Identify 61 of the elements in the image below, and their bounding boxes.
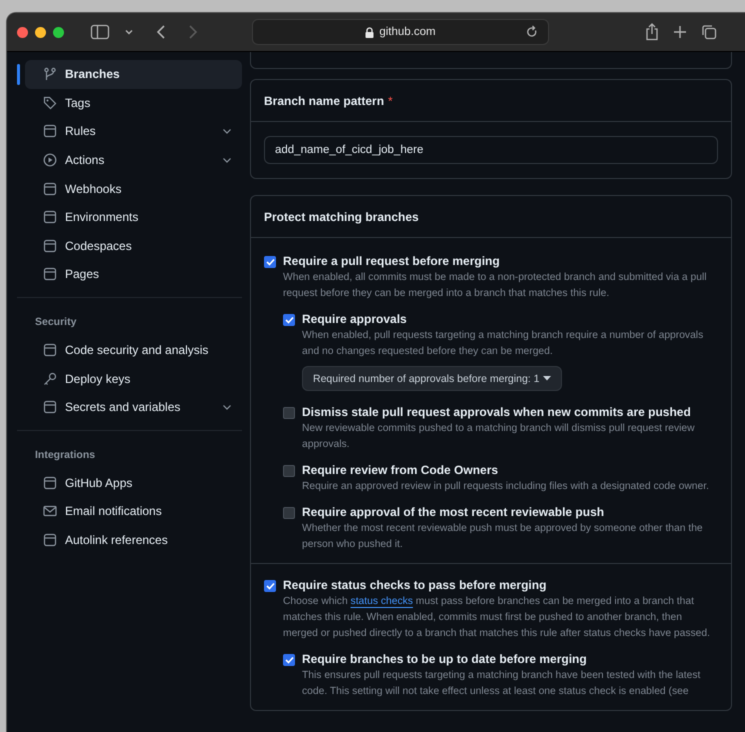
rule-title: Dismiss stale pull request approvals when new commits are pushed <box>302 405 692 420</box>
sidebar-item[interactable]: Deploy keys <box>25 364 242 393</box>
sidebar-item[interactable]: Email notifications <box>25 497 242 526</box>
back-icon[interactable] <box>156 24 166 40</box>
minimize-icon[interactable] <box>35 26 46 38</box>
plus-icon[interactable] <box>673 25 687 39</box>
branch-pattern-field[interactable]: add_name_of_cicd_job_here <box>264 136 718 164</box>
sidebar-item[interactable]: Tags <box>25 88 242 118</box>
chevron-down-icon[interactable] <box>124 28 134 36</box>
rule-description: Choose which status checks must pass before branches can be merged into a branch that matches this rule. When enabled, commits must first be pushed to another branch, then merged or pushed directly to a branch that matches this rule after status checks have passed. <box>283 595 711 641</box>
rule-description: Require an approved review in pull requests including files with a designated code owner. <box>302 480 710 494</box>
reload-icon[interactable] <box>526 25 538 38</box>
rule-description: This ensures pull requests targeting a matching branch have been tested with the latest code. This setting will not take effect unless at least one status check is enabled (see <box>302 669 702 699</box>
rule-title: Require review from Code Owners <box>302 463 500 478</box>
zoom-icon[interactable] <box>53 26 64 38</box>
card-title: Protect matching branches <box>264 210 419 224</box>
key-icon <box>43 372 57 386</box>
status-checks-link[interactable]: status checks <box>350 596 413 607</box>
rule-title: Require approvals <box>302 312 408 327</box>
checkbox[interactable] <box>264 580 276 592</box>
rule-title: Require approval of the most recent reviewable push <box>302 505 606 520</box>
sidebar-item[interactable]: Codespaces <box>25 232 242 260</box>
play-icon <box>43 153 57 168</box>
caret-icon <box>543 376 552 381</box>
rule-title: Require a pull request before merging <box>283 254 501 269</box>
address-bar[interactable]: github.com <box>252 19 549 45</box>
share-icon[interactable] <box>645 23 659 41</box>
required-mark: * <box>388 94 393 108</box>
sidebar-item[interactable]: Autolink references <box>25 526 242 554</box>
checkbox[interactable] <box>264 256 276 268</box>
checkbox[interactable] <box>283 465 295 477</box>
checkbox[interactable] <box>283 654 295 666</box>
checkbox[interactable] <box>283 407 295 419</box>
checkbox[interactable] <box>283 314 295 326</box>
field-label: Branch name pattern <box>264 94 384 108</box>
sidebar-item[interactable]: Rules <box>25 117 242 146</box>
sidebar-item[interactable]: GitHub Apps <box>25 468 242 498</box>
sidebar-item[interactable]: Code security and analysis <box>25 336 242 364</box>
sidebar-item[interactable]: Environments <box>25 202 242 232</box>
sidebar-heading: Integrations <box>34 448 96 463</box>
rule-description: When enabled, pull requests targeting a matching branch require a number of approvals and no changes requested before they can be merged. <box>302 329 704 359</box>
sidebar-heading: Security <box>34 314 78 330</box>
sidebar-item[interactable]: Actions <box>25 146 242 174</box>
mail-icon <box>43 504 57 518</box>
branch-icon <box>43 67 57 82</box>
tabs-icon[interactable] <box>701 24 717 40</box>
rule-title: Require branches to be up to date before merging <box>302 652 588 667</box>
sidebar-item[interactable]: Secrets and variables <box>25 392 242 422</box>
approvals-dropdown[interactable]: Required number of approvals before merging: 1 <box>302 366 562 391</box>
tag-icon <box>43 96 57 110</box>
close-icon[interactable] <box>17 26 28 38</box>
checkbox[interactable] <box>283 507 295 519</box>
rule-description: When enabled, all commits must be made to a non-protected branch and submitted via a pull request before they can be merged into a branch that matches this rule. <box>283 271 708 301</box>
sidebar-item[interactable]: Webhooks <box>25 174 242 203</box>
sidebar-toggle-icon[interactable] <box>90 24 110 40</box>
rule-description: New reviewable commits pushed to a matching branch will dismiss pull request review approvals. <box>302 422 696 452</box>
browser-icon <box>43 267 57 282</box>
rule-description: Whether the most recent reviewable push must be approved by someone other than the person who pushed it. <box>302 522 704 552</box>
lock-icon <box>365 26 374 38</box>
rule-title: Require status checks to pass before merging <box>283 578 548 593</box>
sidebar-item[interactable]: Pages <box>25 260 242 289</box>
